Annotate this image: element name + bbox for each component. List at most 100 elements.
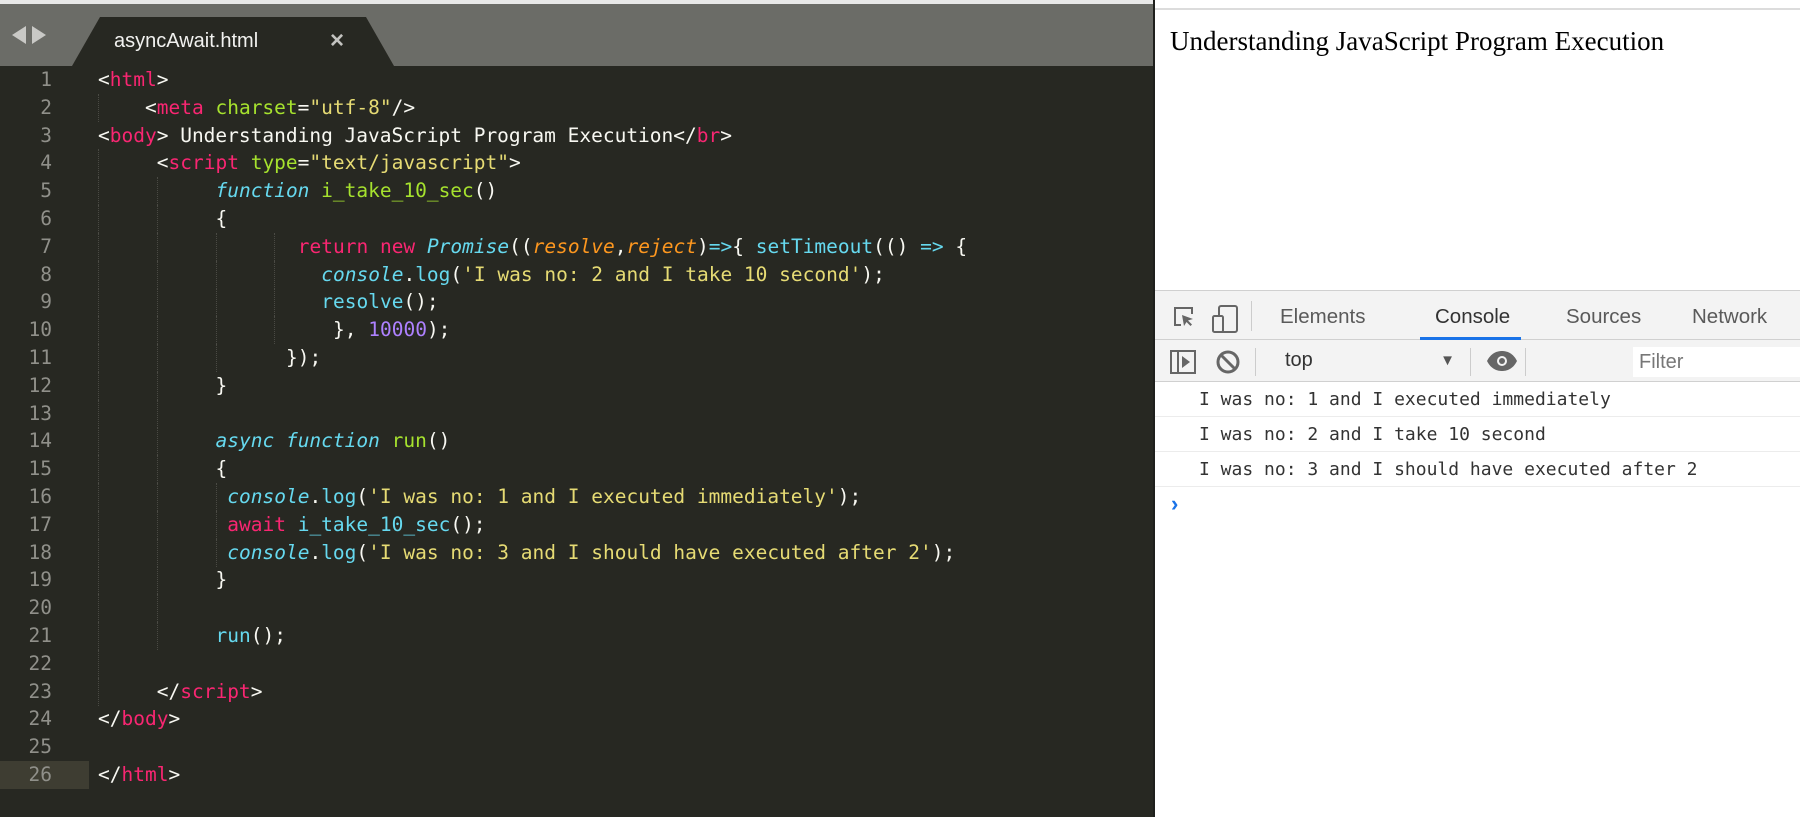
code-area[interactable]: 1 <html> 2 <meta charset="utf-8"/> 3 <body> U…: [0, 66, 1153, 817]
devtools-tab-sources[interactable]: Sources: [1566, 305, 1641, 329]
line-code: </html>: [98, 761, 180, 789]
console-filter-input[interactable]: [1633, 347, 1800, 377]
code-line[interactable]: 4 <script type="text/javascript">: [0, 149, 1153, 178]
code-line[interactable]: 26 </html>: [0, 761, 1153, 789]
token-plain: =: [297, 95, 310, 119]
code-line[interactable]: 15 {: [0, 455, 1153, 484]
line-code: console.log('I was no: 2 and I take 10 s…: [321, 261, 885, 289]
token-plain: ((): [873, 234, 921, 258]
devtools-tab-network[interactable]: Network: [1692, 305, 1767, 329]
token-plain: >: [168, 707, 181, 731]
code-line[interactable]: 16 console.log('I was no: 1 and I execute…: [0, 483, 1153, 511]
token-plain: (: [356, 540, 369, 564]
code-line[interactable]: 20: [0, 594, 1153, 623]
indent-guide: [98, 483, 99, 511]
token-kw: function: [285, 429, 380, 453]
line-number: 4: [40, 151, 52, 175]
token-call: resolve: [321, 290, 404, 314]
code-line[interactable]: 10}, 10000);: [0, 316, 1153, 345]
devtools-tab-console[interactable]: Console: [1435, 305, 1510, 329]
token-obj: console: [227, 485, 310, 508]
code-line[interactable]: 21 run();: [0, 622, 1153, 650]
rendered-page-text: Understanding JavaScript Program Executi…: [1170, 26, 1665, 56]
code-line[interactable]: 14 async function run(): [0, 427, 1153, 456]
code-line[interactable]: 19}: [0, 566, 1153, 595]
execution-context-select[interactable]: top ▼: [1285, 348, 1455, 376]
show-sidebar-icon[interactable]: [1169, 349, 1197, 380]
code-line[interactable]: 3 <body> Understanding JavaScript Program…: [0, 122, 1153, 150]
token-plain: ((: [509, 234, 533, 258]
token-call: i_take_10_sec: [297, 512, 451, 536]
code-line[interactable]: 13: [0, 399, 1153, 428]
token-call: log: [415, 262, 451, 286]
code-line[interactable]: 25: [0, 733, 1153, 761]
code-line[interactable]: 5 function i_take_10_sec(): [0, 177, 1153, 206]
editor-tab-active[interactable]: asyncAwait.html ×: [72, 17, 394, 66]
token-cls: Promise: [426, 234, 510, 258]
clear-console-icon[interactable]: [1215, 349, 1241, 380]
token-plain: <: [156, 151, 169, 175]
code-line[interactable]: 8 console.log('I was no: 2 and I take 10 …: [0, 260, 1153, 289]
code-line[interactable]: 12}: [0, 371, 1153, 400]
indent-guide: [156, 205, 158, 233]
code-line[interactable]: 22: [0, 649, 1153, 678]
line-number: 6: [40, 207, 52, 230]
indent-guide: [98, 316, 99, 345]
next-tab-arrow-icon[interactable]: [32, 26, 46, 44]
indent-guide: [156, 622, 158, 650]
indent-guide: [156, 399, 158, 428]
inspect-element-icon[interactable]: [1171, 304, 1197, 335]
token-str: 'I was no: 1 and I executed immediately': [368, 485, 838, 508]
token-plain: {: [215, 457, 228, 481]
devtools-tab-elements[interactable]: Elements: [1280, 305, 1365, 329]
token-call: log: [321, 540, 357, 564]
code-line[interactable]: 23 </script>: [0, 677, 1153, 706]
indent-guide: [98, 149, 99, 178]
code-line[interactable]: 6{: [0, 205, 1153, 233]
token-plain: >: [168, 763, 181, 786]
line-number: 9: [40, 290, 52, 314]
code-line[interactable]: 24 </body>: [0, 705, 1153, 733]
indent-guide: [215, 288, 217, 317]
token-plain: <: [98, 123, 110, 147]
line-code: </body>: [98, 705, 180, 733]
token-call: setTimeout: [755, 234, 874, 258]
toolbar-divider: [1251, 301, 1252, 331]
token-call: log: [321, 485, 357, 508]
code-line[interactable]: 7 return new Promise((resolve,reject)=>{ …: [0, 232, 1153, 261]
close-tab-icon[interactable]: ×: [330, 27, 344, 55]
console-toolbar: top ▼: [1155, 340, 1800, 382]
token-plain: },: [333, 318, 369, 342]
console-message: I was no: 3 and I should have executed a…: [1155, 452, 1800, 487]
token-plain: > Understanding JavaScript Program Execu…: [156, 123, 697, 147]
indent-guide: [156, 344, 158, 372]
line-code: console.log('I was no: 3 and I should ha…: [227, 539, 955, 567]
token-plain: );: [861, 262, 885, 286]
indent-guide: [98, 455, 99, 484]
code-line[interactable]: 11});: [0, 344, 1153, 372]
token-param: resolve: [532, 234, 615, 258]
live-expression-eye-icon[interactable]: [1486, 350, 1518, 377]
token-plain: ();: [450, 512, 486, 536]
indent-guide: [215, 483, 217, 511]
line-code: {: [216, 205, 228, 233]
code-line[interactable]: 18 console.log('I was no: 3 and I should …: [0, 538, 1153, 567]
code-editor: asyncAwait.html × 1 <html> 2 <meta charset=…: [0, 0, 1153, 817]
tab-title: asyncAwait.html: [114, 30, 259, 52]
line-code: }: [216, 566, 228, 594]
previous-tab-arrow-icon[interactable]: [12, 26, 26, 44]
code-line[interactable]: 1 <html>: [0, 66, 1153, 94]
prompt-chevron-icon: ›: [1171, 491, 1179, 516]
browser-pane: Understanding JavaScript Program Executi…: [1153, 0, 1800, 817]
console-prompt[interactable]: ›: [1155, 487, 1800, 521]
code-line[interactable]: 9 resolve();: [0, 288, 1153, 317]
code-line[interactable]: 2 <meta charset="utf-8"/>: [0, 93, 1153, 122]
device-toolbar-icon[interactable]: [1211, 304, 1239, 339]
code-line[interactable]: 17 await i_take_10_sec();: [0, 510, 1153, 539]
